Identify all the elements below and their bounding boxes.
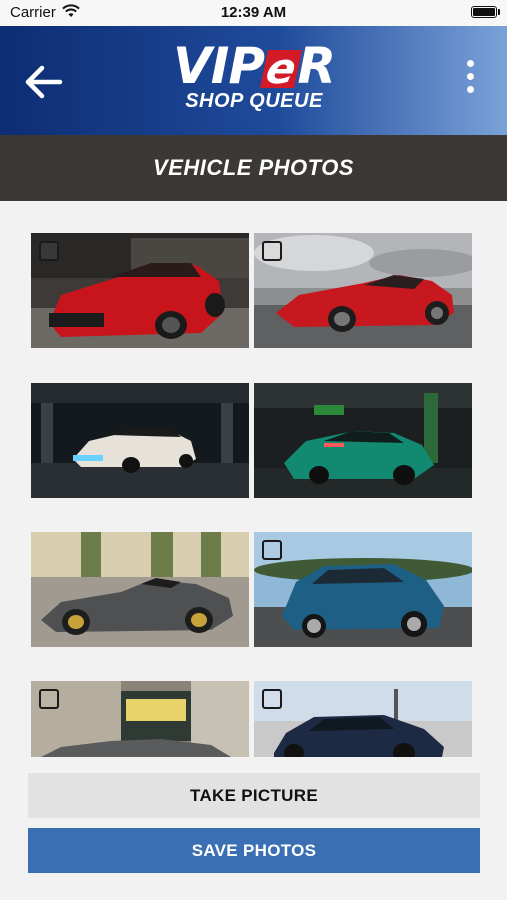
- status-bar: Carrier 12:39 AM: [0, 0, 507, 26]
- photo-tile[interactable]: [31, 233, 249, 348]
- logo-prefix: VIP: [173, 37, 265, 95]
- car-photo: [254, 383, 472, 498]
- clock: 12:39 AM: [220, 4, 287, 21]
- car-photo: [31, 532, 249, 647]
- photo-tile[interactable]: [31, 532, 249, 647]
- car-photo: [254, 681, 472, 757]
- logo-highlight: e: [259, 44, 302, 93]
- page-title-bar: VEHICLE PHOTOS: [0, 135, 507, 201]
- photo-tile[interactable]: [254, 233, 472, 348]
- select-checkbox[interactable]: [39, 241, 59, 261]
- logo-subtitle: SHOP QUEUE: [185, 90, 323, 112]
- photo-tile[interactable]: [31, 681, 249, 757]
- more-vertical-icon-dot: [466, 73, 474, 80]
- app-header: VIPeR SHOP QUEUE: [0, 26, 507, 135]
- logo-suffix: R: [297, 37, 336, 95]
- photo-tile[interactable]: [254, 532, 472, 647]
- car-photo: [31, 383, 249, 498]
- arrow-left-icon: [25, 65, 63, 99]
- battery-tip: [498, 9, 500, 15]
- select-checkbox[interactable]: [262, 689, 282, 709]
- viper-logo: VIPeR SHOP QUEUE: [150, 40, 358, 124]
- more-vertical-icon: [466, 60, 474, 67]
- car-photo: [31, 681, 249, 757]
- select-checkbox[interactable]: [262, 241, 282, 261]
- car-photo: [31, 233, 249, 348]
- select-checkbox[interactable]: [39, 689, 59, 709]
- more-options-button[interactable]: [461, 60, 479, 102]
- take-picture-button[interactable]: TAKE PICTURE: [28, 773, 480, 818]
- page-title: VEHICLE PHOTOS: [153, 155, 354, 180]
- photo-tile[interactable]: [254, 383, 472, 498]
- car-photo: [254, 532, 472, 647]
- car-photo: [254, 233, 472, 348]
- photo-tile[interactable]: [254, 681, 472, 757]
- save-photos-button[interactable]: SAVE PHOTOS: [28, 828, 480, 873]
- logo-wordmark: VIPeR: [150, 37, 358, 95]
- back-button[interactable]: [20, 62, 68, 102]
- photo-tile[interactable]: [31, 383, 249, 498]
- battery-icon: [471, 6, 497, 18]
- more-vertical-icon-dot: [466, 86, 474, 93]
- select-checkbox[interactable]: [262, 540, 282, 560]
- photo-grid: [31, 233, 476, 757]
